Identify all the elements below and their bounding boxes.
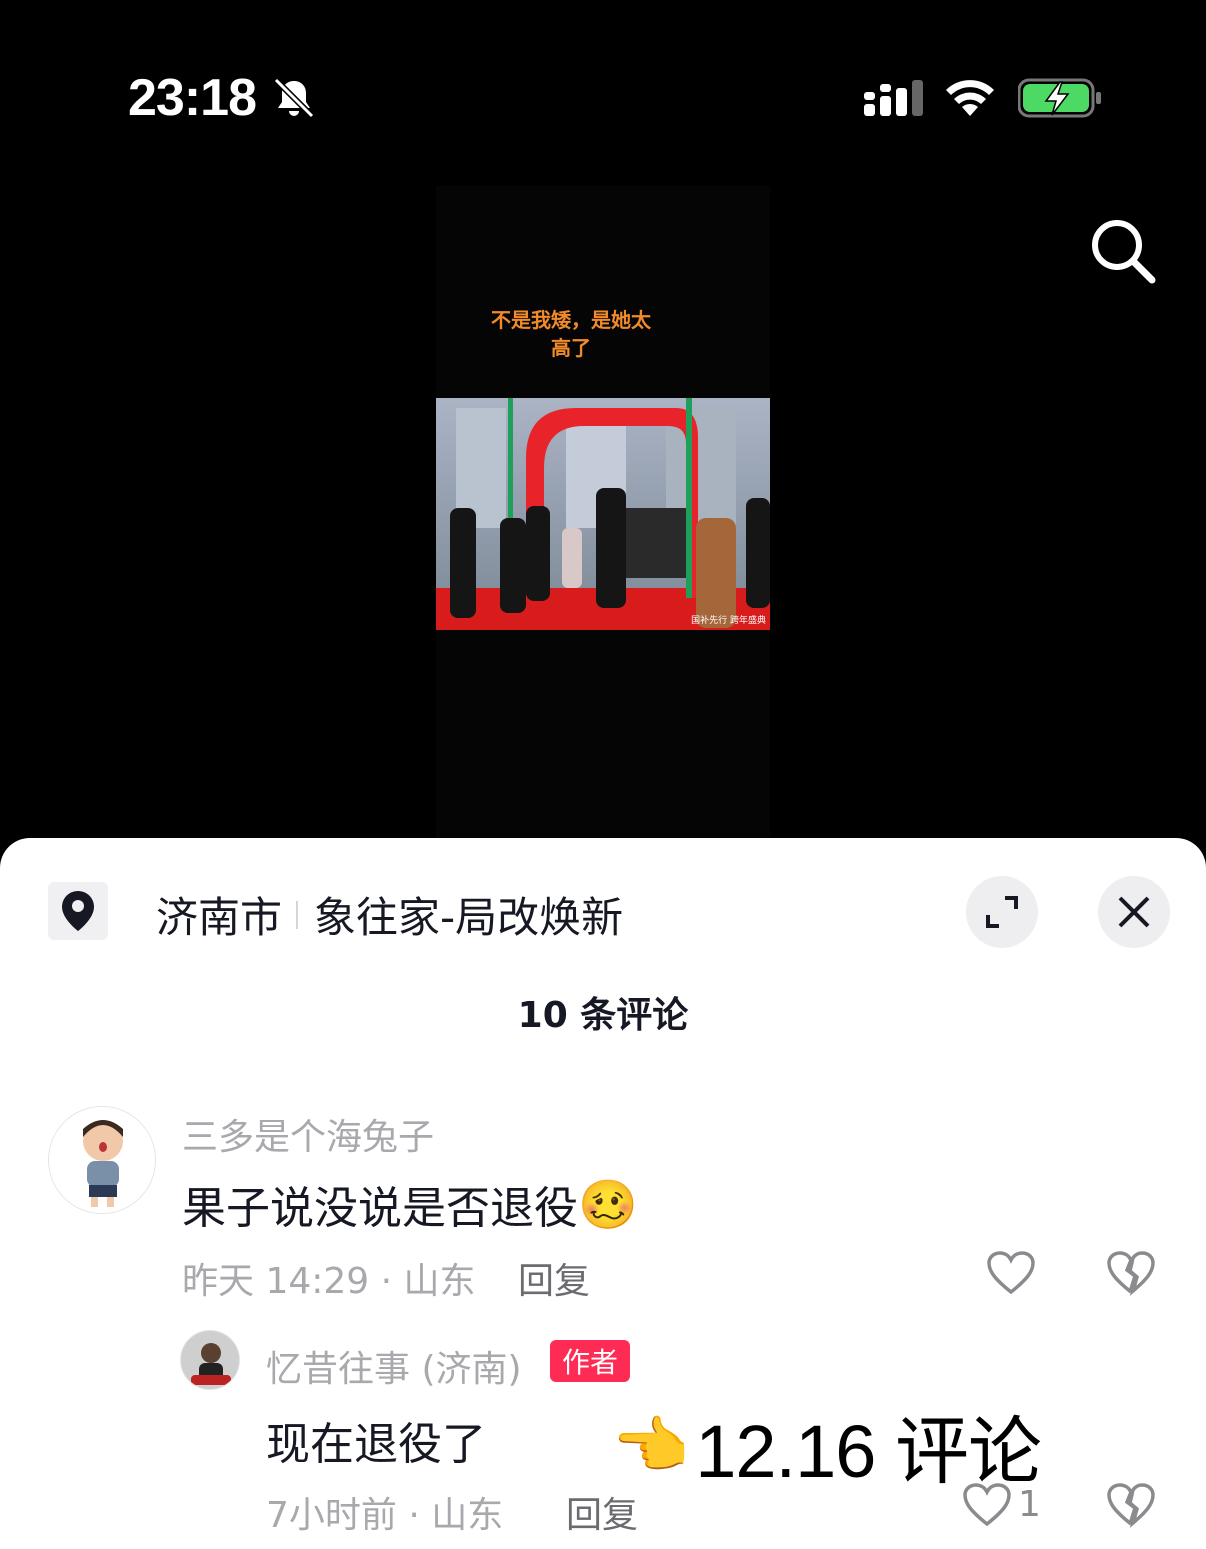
location-title[interactable]: 济南市 象往家-局改焕新 <box>156 884 623 945</box>
heart-icon[interactable] <box>986 1250 1036 1296</box>
comment-text: 果子说没说是否退役 🥴 <box>182 1172 638 1236</box>
location-city: 济南市 <box>156 893 283 942</box>
heart-icon[interactable] <box>962 1482 1012 1528</box>
comment-meta: 7小时前 · 山东 <box>266 1495 504 1536</box>
expand-button[interactable] <box>966 876 1038 948</box>
video-watermark: 国补先行 跨年盛典 <box>691 616 766 626</box>
video-caption-line1: 不是我矮，是她太 <box>491 308 651 332</box>
avatar[interactable] <box>180 1330 240 1390</box>
battery-charging-icon <box>1018 78 1101 118</box>
location-name: 象往家-局改焕新 <box>314 893 624 942</box>
pointing-hand-emoji: 👈 <box>612 1408 690 1482</box>
location-pin-icon[interactable] <box>48 882 108 940</box>
bell-off-icon <box>273 77 315 119</box>
video-caption-line2: 高了 <box>551 336 591 360</box>
signal-icon <box>864 80 923 116</box>
video-caption: 不是我矮，是她太 高了 <box>436 306 706 362</box>
location-separator <box>296 900 299 929</box>
search-icon[interactable] <box>1086 214 1158 286</box>
video-player[interactable]: 不是我矮，是她太 高了 国补先行 跨年盛典 <box>436 186 770 846</box>
comment-username[interactable]: 三多是个海兔子 <box>182 1108 434 1160</box>
status-bar: 23:18 <box>0 0 1206 190</box>
broken-heart-icon[interactable] <box>1106 1482 1156 1528</box>
video-scene-image <box>436 398 770 630</box>
expand-icon <box>986 896 1018 928</box>
author-badge: 作者 <box>550 1340 631 1382</box>
avatar-author-photo <box>181 1331 239 1389</box>
avatar-cartoon-boy <box>49 1107 155 1213</box>
close-icon <box>1118 896 1150 928</box>
comment-text: 现在退役了 <box>266 1419 486 1470</box>
wifi-icon <box>946 80 994 116</box>
dizzy-face-emoji: 🥴 <box>578 1176 638 1233</box>
like-count: 1 <box>1018 1484 1041 1525</box>
reply-button[interactable]: 回复 <box>566 1486 638 1538</box>
reply-button[interactable]: 回复 <box>518 1252 590 1304</box>
close-button[interactable] <box>1098 876 1170 948</box>
video-image: 国补先行 跨年盛典 <box>436 398 770 630</box>
comment-meta: 昨天 14:29 · 山东 <box>182 1261 476 1302</box>
location-pin-glyph <box>62 891 94 931</box>
comment-count: 10 条评论 <box>517 995 689 1036</box>
comment-text-body: 果子说没说是否退役 <box>182 1183 578 1234</box>
broken-heart-icon[interactable] <box>1106 1250 1156 1296</box>
comment-panel: 济南市 象往家-局改焕新 10 条评论 三多是个海兔子 果子说没说是否退役 🥴 … <box>0 838 1206 1549</box>
comment-username[interactable]: 忆昔往事 (济南) <box>266 1340 522 1392</box>
status-time: 23:18 <box>128 69 257 127</box>
avatar[interactable] <box>48 1106 156 1214</box>
